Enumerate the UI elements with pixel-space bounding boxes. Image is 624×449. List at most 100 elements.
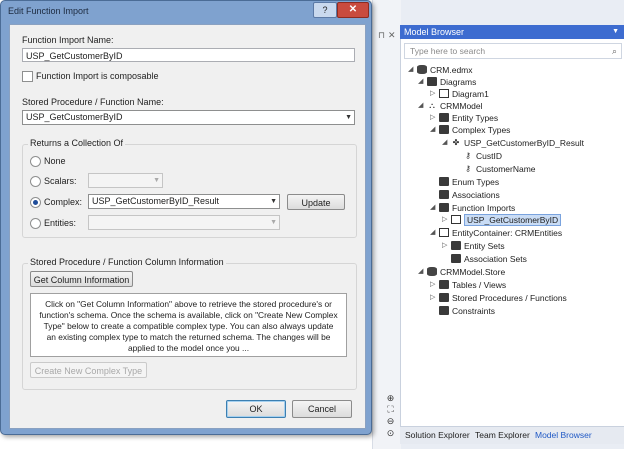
tree-item-entity-container[interactable]: ◢ EntityContainer: CRMEntities — [430, 227, 562, 239]
search-icon[interactable]: ⌕ — [612, 44, 617, 58]
zoom-out-icon[interactable]: ⊖ — [385, 416, 396, 427]
tab-team-explorer[interactable]: Team Explorer — [475, 430, 530, 440]
folder-icon — [439, 177, 449, 186]
tree-item-entity-sets[interactable]: ▷ Entity Sets — [442, 240, 505, 252]
designer-toolstrip — [372, 0, 401, 449]
folder-icon — [439, 125, 449, 134]
collapse-arrow-icon[interactable]: ◢ — [418, 266, 426, 278]
collapse-arrow-icon[interactable]: ◢ — [418, 76, 426, 88]
expand-arrow-icon[interactable]: ▷ — [442, 240, 450, 252]
folder-icon — [439, 113, 449, 122]
collapse-arrow-icon[interactable]: ◢ — [430, 202, 438, 214]
folder-icon — [439, 203, 449, 212]
edit-function-import-dialog: Edit Function Import ? ✕ Function Import… — [0, 0, 372, 435]
tree-item-association-sets[interactable]: Association Sets — [450, 253, 527, 265]
model-browser-title: Model Browser — [404, 27, 465, 37]
return-complex-radio[interactable] — [30, 197, 41, 208]
create-new-complex-type-button[interactable]: Create New Complex Type — [30, 362, 147, 378]
tree-item-entity-types[interactable]: ▷ Entity Types — [430, 112, 498, 124]
collapse-arrow-icon[interactable]: ◢ — [430, 124, 438, 136]
entity-container-icon — [439, 228, 449, 237]
zoom-in-icon[interactable]: ⊕ — [385, 393, 396, 404]
expand-arrow-icon[interactable]: ▷ — [430, 292, 438, 304]
composable-checkbox[interactable] — [22, 71, 33, 82]
chevron-down-icon[interactable]: ▼ — [612, 25, 619, 39]
scalars-select[interactable]: ▼ — [88, 173, 163, 188]
tree-item-crm-edmx[interactable]: ◢ CRM.edmx — [408, 64, 473, 76]
tree-item-tables-views[interactable]: ▷ Tables / Views — [430, 279, 506, 291]
folder-icon — [439, 293, 449, 302]
stored-procedure-label: Stored Procedure / Function Name: — [22, 97, 164, 107]
tree-item-diagram1[interactable]: ▷ Diagram1 — [430, 88, 489, 100]
returns-group-label: Returns a Collection Of — [28, 138, 126, 148]
model-browser-titlebar: Model Browser ▼ — [400, 25, 624, 39]
close-pane-icon[interactable]: ✕ — [388, 30, 396, 41]
tab-model-browser[interactable]: Model Browser — [535, 430, 592, 440]
tree-item-complex-result[interactable]: ◢ ✤ USP_GetCustomerByID_Result — [442, 137, 584, 149]
dropdown-arrow-icon: ▼ — [270, 198, 277, 205]
folder-icon — [451, 254, 461, 263]
bottom-tab-strip: Solution Explorer Team Explorer Model Br… — [400, 426, 624, 444]
complex-type-select[interactable]: USP_GetCustomerByID_Result ▼ — [88, 194, 280, 209]
tree-item-associations[interactable]: Associations — [438, 189, 500, 201]
tree-item-enum-types[interactable]: Enum Types — [438, 176, 499, 188]
tree-item-crm-model-store[interactable]: ◢ CRMModel.Store — [418, 266, 505, 278]
tree-item-constraints[interactable]: Constraints — [438, 305, 495, 317]
complex-type-icon: ✤ — [451, 138, 461, 147]
tree-item-stored-procedures[interactable]: ▷ Stored Procedures / Functions — [430, 292, 567, 304]
tree-item-cust-id[interactable]: ⚷ CustID — [462, 150, 502, 162]
update-button[interactable]: Update — [287, 194, 345, 210]
return-scalars-label: Scalars: — [44, 176, 77, 186]
model-browser-search-input[interactable]: Type here to search ⌕ — [404, 43, 622, 59]
pin-icon[interactable]: ⊓ — [378, 30, 385, 41]
database-icon — [427, 267, 437, 276]
tree-item-function-import-selected[interactable]: ▷ USP_GetCustomerByID — [442, 214, 562, 226]
collapse-arrow-icon[interactable]: ◢ — [408, 64, 416, 76]
database-icon — [417, 65, 427, 74]
tree-item-crm-model[interactable]: ◢ ⛬ CRMModel — [418, 100, 483, 112]
tree-item-diagrams[interactable]: ◢ Diagrams — [418, 76, 476, 88]
help-button[interactable]: ? — [313, 2, 337, 18]
entities-select[interactable]: ▼ — [88, 215, 280, 230]
tree-item-function-imports[interactable]: ◢ Function Imports — [430, 202, 515, 214]
tree-item-customer-name[interactable]: ⚷ CustomerName — [462, 163, 535, 175]
return-none-radio[interactable] — [30, 156, 41, 167]
expand-arrow-icon[interactable]: ▷ — [442, 214, 450, 226]
expand-arrow-icon[interactable]: ▷ — [430, 112, 438, 124]
stored-procedure-select[interactable]: USP_GetCustomerByID ▼ — [22, 110, 355, 125]
expand-arrow-icon[interactable]: ▷ — [430, 88, 438, 100]
folder-icon — [427, 77, 437, 86]
diagram-icon — [439, 89, 449, 98]
function-import-name-input[interactable]: USP_GetCustomerByID — [22, 48, 355, 62]
return-complex-label: Complex: — [44, 197, 83, 207]
tree-item-complex-types[interactable]: ◢ Complex Types — [430, 124, 510, 136]
cancel-button[interactable]: Cancel — [292, 400, 352, 418]
expand-arrow-icon[interactable]: ▷ — [430, 279, 438, 291]
dropdown-arrow-icon: ▼ — [270, 219, 277, 226]
folder-icon — [439, 280, 449, 289]
zoom-fit-icon[interactable]: ⛶ — [385, 404, 396, 415]
return-entities-radio[interactable] — [30, 218, 41, 229]
function-import-icon — [451, 215, 461, 224]
collapse-arrow-icon[interactable]: ◢ — [430, 227, 438, 239]
get-column-information-button[interactable]: Get Column Information — [30, 271, 133, 287]
zoom-reset-icon[interactable]: ⊙ — [385, 428, 396, 439]
function-import-name-label: Function Import Name: — [22, 35, 114, 45]
tab-solution-explorer[interactable]: Solution Explorer — [405, 430, 470, 440]
dialog-body: Function Import Name: USP_GetCustomerByI… — [9, 24, 366, 429]
return-scalars-radio[interactable] — [30, 176, 41, 187]
return-entities-label: Entities: — [44, 218, 77, 228]
dialog-title: Edit Function Import — [8, 6, 89, 16]
column-info-text: Click on "Get Column Information" above … — [30, 293, 347, 357]
folder-icon — [439, 306, 449, 315]
collapse-arrow-icon[interactable]: ◢ — [418, 100, 426, 112]
dropdown-arrow-icon: ▼ — [345, 114, 352, 121]
property-icon: ⚷ — [465, 151, 471, 160]
dropdown-arrow-icon: ▼ — [153, 177, 160, 184]
return-none-label: None — [44, 156, 66, 166]
collapse-arrow-icon[interactable]: ◢ — [442, 137, 450, 149]
folder-icon — [439, 190, 449, 199]
ok-button[interactable]: OK — [226, 400, 286, 418]
close-button[interactable]: ✕ — [337, 2, 369, 18]
property-icon: ⚷ — [465, 164, 471, 173]
